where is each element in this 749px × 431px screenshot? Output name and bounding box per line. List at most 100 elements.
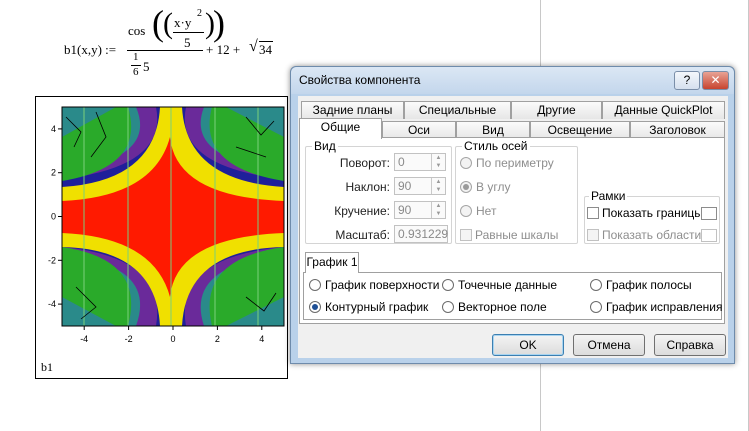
help-icon[interactable]: ? [674,71,700,90]
radio-dot-selected-icon [460,181,472,193]
tab-plot1[interactable]: График 1 [305,252,359,273]
radio-dot-icon [460,157,472,169]
bar-plot-radio[interactable]: График полосы [590,278,692,292]
tab-general[interactable]: Общие [299,118,382,139]
fraction-bar-inner [173,32,204,33]
formula-five: 5 [184,35,191,50]
function-definition[interactable]: b1(x,y) := cos ( ( x·y 2 5 ) ) 1 6 5 + 1… [0,0,300,90]
contour-plot-label: Контурный график [325,300,429,314]
scatter-plot-label: Точечные данные [458,278,558,292]
show-borders-label: Показать границы [602,206,703,220]
checkbox-icon [460,229,472,241]
paren-left-inner: ( [163,7,173,40]
tab-special[interactable]: Специальные [404,101,511,119]
dialog-client: Задние планы Специальные Другие Данные Q… [298,96,728,358]
radio-dot-icon [442,301,454,313]
tilt-spin-arrows[interactable]: ▲ ▼ [431,178,445,194]
plot1-panel: График поверхности Точечные данные Графи… [303,272,722,320]
surface-plot-radio[interactable]: График поверхности [309,278,439,292]
checkbox-icon [587,207,599,219]
area-color-swatch[interactable] [701,229,717,242]
checkbox-icon [587,229,599,241]
general-tab-panel: Вид Поворот: 0 ▲ ▼ Наклон: 90 ▲ ▼ Кручение… [299,137,725,324]
formula-numerator: x·y [174,15,192,30]
twist-label: Кручение: [334,204,390,218]
radio-dot-icon [460,205,472,217]
rotation-spin-arrows[interactable]: ▲ ▼ [431,154,445,170]
radio-dot-icon [442,279,454,291]
y-tick-label: -4 [48,299,56,309]
rotation-value: 0 [398,155,405,169]
surface-plot-label: График поверхности [325,278,440,292]
sqrt-sign: √ [249,38,258,55]
contour-plot: -4 -2 0 2 4 -4 -2 0 2 4 [36,97,287,378]
axes-corner-radio[interactable]: В углу [460,180,510,194]
twist-spin-arrows[interactable]: ▲ ▼ [431,202,445,218]
twist-value: 90 [398,203,412,217]
component-properties-dialog[interactable]: Свойства компонента ? ✕ Задние планы Спе… [290,66,735,364]
x-tick-label: -4 [80,334,88,344]
tab-other[interactable]: Другие [511,101,602,119]
dialog-titlebar[interactable]: Свойства компонента ? ✕ [291,67,734,94]
close-icon[interactable]: ✕ [702,71,729,90]
formula-exponent: 2 [197,8,202,19]
equal-scales-label: Равные шкалы [475,228,559,242]
radio-dot-icon [590,279,602,291]
radio-dot-selected-icon [309,301,321,313]
x-tick-label: -2 [125,334,133,344]
scale-field[interactable]: 0.931229 [394,225,448,243]
tilt-label: Наклон: [345,180,391,194]
tab-quickplot-data[interactable]: Данные QuickPlot [602,101,725,119]
x-tick-label: 4 [259,334,264,344]
y-tick-label: 4 [51,124,56,134]
contour-field [61,106,285,327]
axes-corner-label: В углу [476,180,511,194]
paren-right: ) [213,3,225,43]
scale-value: 0.931229 [398,227,449,241]
show-areas-checkbox[interactable]: Показать области [587,228,701,242]
scatter-plot-radio[interactable]: Точечные данные [442,278,557,292]
twist-spinner[interactable]: 90 ▲ ▼ [394,201,446,219]
tilt-value: 90 [398,179,412,193]
y-tick-label: -2 [48,255,56,265]
border-color-swatch[interactable] [701,207,717,220]
formula-one: 1 [133,51,139,63]
axes-style-title: Стиль осей [462,139,530,153]
formula-five-b: 5 [143,59,150,74]
y-tick-label: 0 [51,212,56,222]
patch-plot-radio[interactable]: График исправления [590,300,722,314]
equal-scales-checkbox[interactable]: Равные шкалы [460,228,558,242]
ok-button[interactable]: OK [492,334,564,356]
formula-sqrt-arg: 34 [259,42,272,57]
dialog-title: Свойства компонента [299,73,421,87]
formula-plus12: + 12 + [206,42,241,57]
frames-title: Рамки [589,189,628,203]
help-button[interactable]: Справка [654,334,726,356]
radio-dot-icon [590,301,602,313]
axes-perimeter-label: По периметру [476,156,554,170]
patch-plot-label: График исправления [606,300,723,314]
plot-name-label[interactable]: b1 [41,360,53,375]
cancel-button[interactable]: Отмена [573,334,645,356]
axes-perimeter-radio[interactable]: По периметру [460,156,554,170]
formula-lhs: b1(x,y) := [64,42,117,57]
scale-label: Масштаб: [335,228,390,242]
show-borders-checkbox[interactable]: Показать границы [587,206,703,220]
contour-plot-radio[interactable]: Контурный график [309,300,428,314]
axes-none-label: Нет [476,204,497,218]
view-group-title: Вид [312,139,338,153]
rotation-spinner[interactable]: 0 ▲ ▼ [394,153,446,171]
axes-none-radio[interactable]: Нет [460,204,496,218]
vector-field-label: Векторное поле [458,300,547,314]
radio-dot-icon [309,279,321,291]
x-tick-label: 2 [215,334,220,344]
formula-six: 6 [133,66,139,78]
vector-field-radio[interactable]: Векторное поле [442,300,547,314]
rotation-label: Поворот: [339,156,390,170]
tab-backplanes[interactable]: Задние планы [301,101,404,119]
bar-plot-label: График полосы [606,278,692,292]
tilt-spinner[interactable]: 90 ▲ ▼ [394,177,446,195]
x-tick-label: 0 [170,334,175,344]
show-areas-label: Показать области [602,228,702,242]
contour-plot-region[interactable]: -4 -2 0 2 4 -4 -2 0 2 4 [35,96,288,379]
